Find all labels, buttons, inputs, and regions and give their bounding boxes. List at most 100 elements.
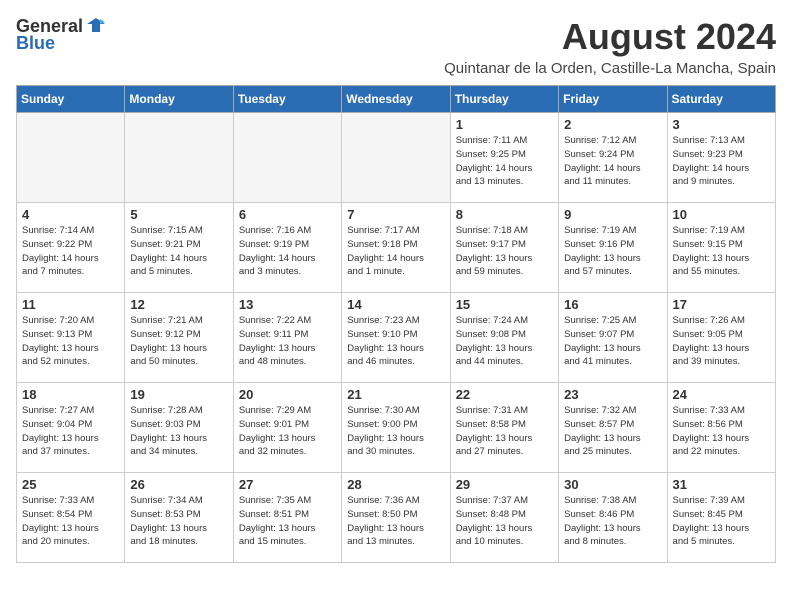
day-info: Sunrise: 7:13 AM Sunset: 9:23 PM Dayligh… xyxy=(673,134,770,189)
calendar-header-wednesday: Wednesday xyxy=(342,86,450,113)
day-info: Sunrise: 7:15 AM Sunset: 9:21 PM Dayligh… xyxy=(130,224,227,279)
calendar-cell: 19 Sunrise: 7:28 AM Sunset: 9:03 PM Dayli… xyxy=(125,383,233,473)
calendar-cell: 28Sunrise: 7:36 AM Sunset: 8:50 PM Dayli… xyxy=(342,473,450,563)
calendar-cell: 25 Sunrise: 7:33 AM Sunset: 8:54 PM Dayli… xyxy=(17,473,125,563)
calendar-table: SundayMondayTuesdayWednesdayThursdayFrid… xyxy=(16,85,776,563)
day-number: 10 xyxy=(673,207,770,222)
day-number: 21 xyxy=(347,387,444,402)
calendar-cell: 6 Sunrise: 7:16 AM Sunset: 9:19 PM Daylig… xyxy=(233,203,341,293)
day-info: Sunrise: 7:29 AM Sunset: 9:01 PM Dayligh… xyxy=(239,404,336,459)
day-info: Sunrise: 7:32 AM Sunset: 8:57 PM Dayligh… xyxy=(564,404,661,459)
day-number: 8 xyxy=(456,207,553,222)
calendar-week-row: 4 Sunrise: 7:14 AM Sunset: 9:22 PM Daylig… xyxy=(17,203,776,293)
day-info: Sunrise: 7:37 AM Sunset: 8:48 PM Dayligh… xyxy=(456,494,553,549)
day-info: Sunrise: 7:20 AM Sunset: 9:13 PM Dayligh… xyxy=(22,314,119,369)
day-number: 5 xyxy=(130,207,227,222)
calendar-cell: 22 Sunrise: 7:31 AM Sunset: 8:58 PM Dayli… xyxy=(450,383,558,473)
calendar-cell: 12 Sunrise: 7:21 AM Sunset: 9:12 PM Dayli… xyxy=(125,293,233,383)
day-info: Sunrise: 7:31 AM Sunset: 8:58 PM Dayligh… xyxy=(456,404,553,459)
day-info: Sunrise: 7:14 AM Sunset: 9:22 PM Dayligh… xyxy=(22,224,119,279)
calendar-cell: 4 Sunrise: 7:14 AM Sunset: 9:22 PM Daylig… xyxy=(17,203,125,293)
logo-bird-icon xyxy=(85,14,107,36)
day-number: 18 xyxy=(22,387,119,402)
calendar-cell: 14Sunrise: 7:23 AM Sunset: 9:10 PM Dayli… xyxy=(342,293,450,383)
day-number: 24 xyxy=(673,387,770,402)
day-number: 4 xyxy=(22,207,119,222)
calendar-cell: 15Sunrise: 7:24 AM Sunset: 9:08 PM Dayli… xyxy=(450,293,558,383)
day-info: Sunrise: 7:11 AM Sunset: 9:25 PM Dayligh… xyxy=(456,134,553,189)
month-title: August 2024 xyxy=(444,16,776,58)
calendar-cell: 11 Sunrise: 7:20 AM Sunset: 9:13 PM Dayli… xyxy=(17,293,125,383)
day-number: 23 xyxy=(564,387,661,402)
day-info: Sunrise: 7:22 AM Sunset: 9:11 PM Dayligh… xyxy=(239,314,336,369)
day-info: Sunrise: 7:23 AM Sunset: 9:10 PM Dayligh… xyxy=(347,314,444,369)
day-info: Sunrise: 7:16 AM Sunset: 9:19 PM Dayligh… xyxy=(239,224,336,279)
day-number: 20 xyxy=(239,387,336,402)
location-subtitle: Quintanar de la Orden, Castille-La Manch… xyxy=(444,60,776,77)
day-info: Sunrise: 7:36 AM Sunset: 8:50 PM Dayligh… xyxy=(347,494,444,549)
calendar-cell: 24 Sunrise: 7:33 AM Sunset: 8:56 PM Dayli… xyxy=(667,383,775,473)
calendar-cell: 9 Sunrise: 7:19 AM Sunset: 9:16 PM Daylig… xyxy=(559,203,667,293)
calendar-cell: 2Sunrise: 7:12 AM Sunset: 9:24 PM Daylig… xyxy=(559,113,667,203)
calendar-cell: 21 Sunrise: 7:30 AM Sunset: 9:00 PM Dayli… xyxy=(342,383,450,473)
title-block: August 2024 Quintanar de la Orden, Casti… xyxy=(444,16,776,77)
day-number: 12 xyxy=(130,297,227,312)
day-info: Sunrise: 7:33 AM Sunset: 8:56 PM Dayligh… xyxy=(673,404,770,459)
calendar-header-monday: Monday xyxy=(125,86,233,113)
calendar-cell: 10Sunrise: 7:19 AM Sunset: 9:15 PM Dayli… xyxy=(667,203,775,293)
day-number: 11 xyxy=(22,297,119,312)
calendar-cell: 31Sunrise: 7:39 AM Sunset: 8:45 PM Dayli… xyxy=(667,473,775,563)
day-number: 9 xyxy=(564,207,661,222)
day-number: 19 xyxy=(130,387,227,402)
calendar-cell: 23 Sunrise: 7:32 AM Sunset: 8:57 PM Dayli… xyxy=(559,383,667,473)
day-info: Sunrise: 7:28 AM Sunset: 9:03 PM Dayligh… xyxy=(130,404,227,459)
day-number: 22 xyxy=(456,387,553,402)
day-number: 15 xyxy=(456,297,553,312)
calendar-cell: 1 Sunrise: 7:11 AM Sunset: 9:25 PM Daylig… xyxy=(450,113,558,203)
calendar-cell: 29 Sunrise: 7:37 AM Sunset: 8:48 PM Dayli… xyxy=(450,473,558,563)
day-number: 26 xyxy=(130,477,227,492)
calendar-header-friday: Friday xyxy=(559,86,667,113)
day-info: Sunrise: 7:39 AM Sunset: 8:45 PM Dayligh… xyxy=(673,494,770,549)
calendar-header-saturday: Saturday xyxy=(667,86,775,113)
day-number: 2 xyxy=(564,117,661,132)
calendar-cell: 16Sunrise: 7:25 AM Sunset: 9:07 PM Dayli… xyxy=(559,293,667,383)
calendar-cell: 8Sunrise: 7:18 AM Sunset: 9:17 PM Daylig… xyxy=(450,203,558,293)
day-info: Sunrise: 7:19 AM Sunset: 9:16 PM Dayligh… xyxy=(564,224,661,279)
day-info: Sunrise: 7:27 AM Sunset: 9:04 PM Dayligh… xyxy=(22,404,119,459)
day-number: 1 xyxy=(456,117,553,132)
calendar-header-tuesday: Tuesday xyxy=(233,86,341,113)
calendar-cell: 26 Sunrise: 7:34 AM Sunset: 8:53 PM Dayli… xyxy=(125,473,233,563)
day-number: 13 xyxy=(239,297,336,312)
day-info: Sunrise: 7:33 AM Sunset: 8:54 PM Dayligh… xyxy=(22,494,119,549)
calendar-cell xyxy=(233,113,341,203)
day-info: Sunrise: 7:17 AM Sunset: 9:18 PM Dayligh… xyxy=(347,224,444,279)
day-number: 30 xyxy=(564,477,661,492)
day-number: 7 xyxy=(347,207,444,222)
calendar-cell: 30 Sunrise: 7:38 AM Sunset: 8:46 PM Dayli… xyxy=(559,473,667,563)
page-header: General Blue August 2024 Quintanar de la… xyxy=(16,16,776,77)
calendar-cell: 20 Sunrise: 7:29 AM Sunset: 9:01 PM Dayli… xyxy=(233,383,341,473)
day-number: 29 xyxy=(456,477,553,492)
calendar-cell: 18 Sunrise: 7:27 AM Sunset: 9:04 PM Dayli… xyxy=(17,383,125,473)
day-info: Sunrise: 7:34 AM Sunset: 8:53 PM Dayligh… xyxy=(130,494,227,549)
day-info: Sunrise: 7:21 AM Sunset: 9:12 PM Dayligh… xyxy=(130,314,227,369)
calendar-cell: 5 Sunrise: 7:15 AM Sunset: 9:21 PM Daylig… xyxy=(125,203,233,293)
logo: General Blue xyxy=(16,16,107,54)
calendar-week-row: 11 Sunrise: 7:20 AM Sunset: 9:13 PM Dayli… xyxy=(17,293,776,383)
calendar-cell: 7 Sunrise: 7:17 AM Sunset: 9:18 PM Daylig… xyxy=(342,203,450,293)
day-number: 3 xyxy=(673,117,770,132)
logo-blue: Blue xyxy=(16,33,55,54)
calendar-cell xyxy=(342,113,450,203)
day-number: 16 xyxy=(564,297,661,312)
day-number: 17 xyxy=(673,297,770,312)
calendar-cell: 3 Sunrise: 7:13 AM Sunset: 9:23 PM Daylig… xyxy=(667,113,775,203)
day-number: 25 xyxy=(22,477,119,492)
calendar-cell: 27Sunrise: 7:35 AM Sunset: 8:51 PM Dayli… xyxy=(233,473,341,563)
calendar-cell xyxy=(17,113,125,203)
day-info: Sunrise: 7:38 AM Sunset: 8:46 PM Dayligh… xyxy=(564,494,661,549)
day-number: 6 xyxy=(239,207,336,222)
calendar-cell xyxy=(125,113,233,203)
day-info: Sunrise: 7:30 AM Sunset: 9:00 PM Dayligh… xyxy=(347,404,444,459)
calendar-cell: 17Sunrise: 7:26 AM Sunset: 9:05 PM Dayli… xyxy=(667,293,775,383)
